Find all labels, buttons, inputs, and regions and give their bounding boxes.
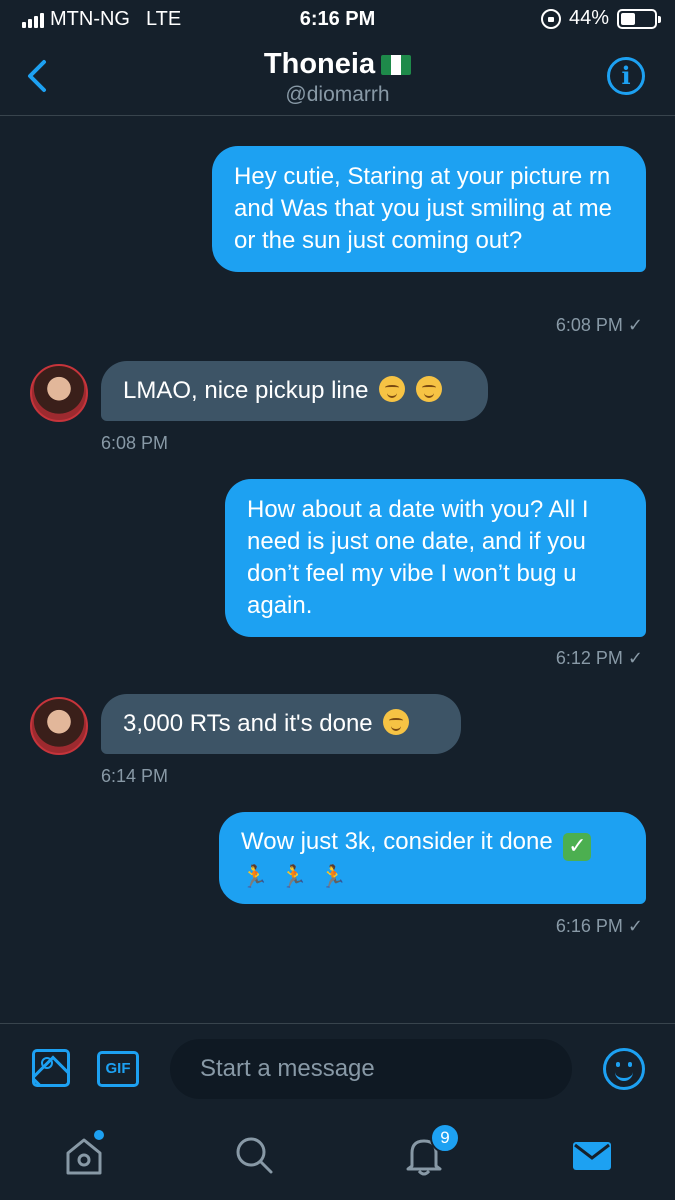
messages-icon[interactable] [570, 1133, 614, 1177]
sent-check-icon: ✓ [627, 315, 643, 335]
received-message-bubble[interactable]: 3,000 RTs and it's done [101, 694, 461, 754]
check-mark-button-icon: ✓ [563, 833, 592, 861]
smiling-face-icon [379, 376, 406, 402]
sent-message-bubble[interactable]: Hey cutie, Staring at your picture rn an… [212, 146, 646, 272]
sent-check-icon: ✓ [627, 648, 643, 668]
notifications-badge: 9 [430, 1123, 460, 1153]
message-timestamp: 6:08 PM [101, 433, 169, 453]
runner-icon: 🏃 [319, 865, 348, 890]
home-new-dot [94, 1130, 104, 1140]
emoji-icon[interactable] [603, 1048, 645, 1090]
image-icon[interactable] [32, 1049, 70, 1087]
conversation-header: Thoneia @diomarrh i [0, 40, 675, 116]
message-input[interactable] [170, 1039, 572, 1099]
kissing-face-icon [383, 709, 410, 735]
sent-message-bubble[interactable]: How about a date with you? All I need is… [225, 479, 646, 637]
conversation-title[interactable]: Thoneia @diomarrh [0, 48, 675, 107]
message-text: Wow just 3k, consider it done [241, 828, 553, 855]
search-icon[interactable] [232, 1133, 276, 1177]
contact-handle: @diomarrh [285, 83, 390, 106]
info-icon[interactable]: i [607, 57, 645, 95]
message-timestamp: 6:12 PM ✓ [555, 648, 643, 668]
received-message-bubble[interactable]: LMAO, nice pickup line [101, 361, 488, 421]
message-timestamp: 6:08 PM ✓ [555, 315, 643, 335]
message-text: How about a date with you? All I need is… [247, 496, 589, 619]
sent-message-bubble[interactable]: Wow just 3k, consider it done ✓ 🏃 🏃 🏃 [219, 812, 646, 904]
tab-bar [0, 1115, 675, 1200]
message-text: 3,000 RTs and it's done [123, 710, 373, 737]
message-timestamp: 6:16 PM ✓ [555, 916, 643, 936]
rotation-lock-icon [540, 8, 561, 29]
contact-name: Thoneia [263, 48, 376, 80]
smiling-face-icon [415, 376, 442, 402]
message-text: LMAO, nice pickup line [123, 377, 369, 404]
sent-check-icon: ✓ [627, 916, 643, 936]
avatar[interactable] [30, 697, 88, 755]
avatar[interactable] [30, 364, 88, 422]
runner-icon: 🏃 [280, 865, 308, 890]
battery-icon [617, 8, 661, 29]
message-timestamp: 6:14 PM [101, 766, 169, 786]
message-composer: GIF [0, 1023, 675, 1115]
battery-percent: 44% [568, 7, 609, 29]
status-bar: MTN-NG LTE 6:16 PM 44% [0, 0, 675, 40]
status-right: 44% [540, 7, 661, 30]
gif-button[interactable]: GIF [97, 1051, 139, 1087]
runner-icon: 🏃 [241, 865, 269, 890]
message-text: Hey cutie, Staring at your picture rn an… [234, 163, 612, 254]
nigeria-flag-icon [381, 54, 412, 75]
